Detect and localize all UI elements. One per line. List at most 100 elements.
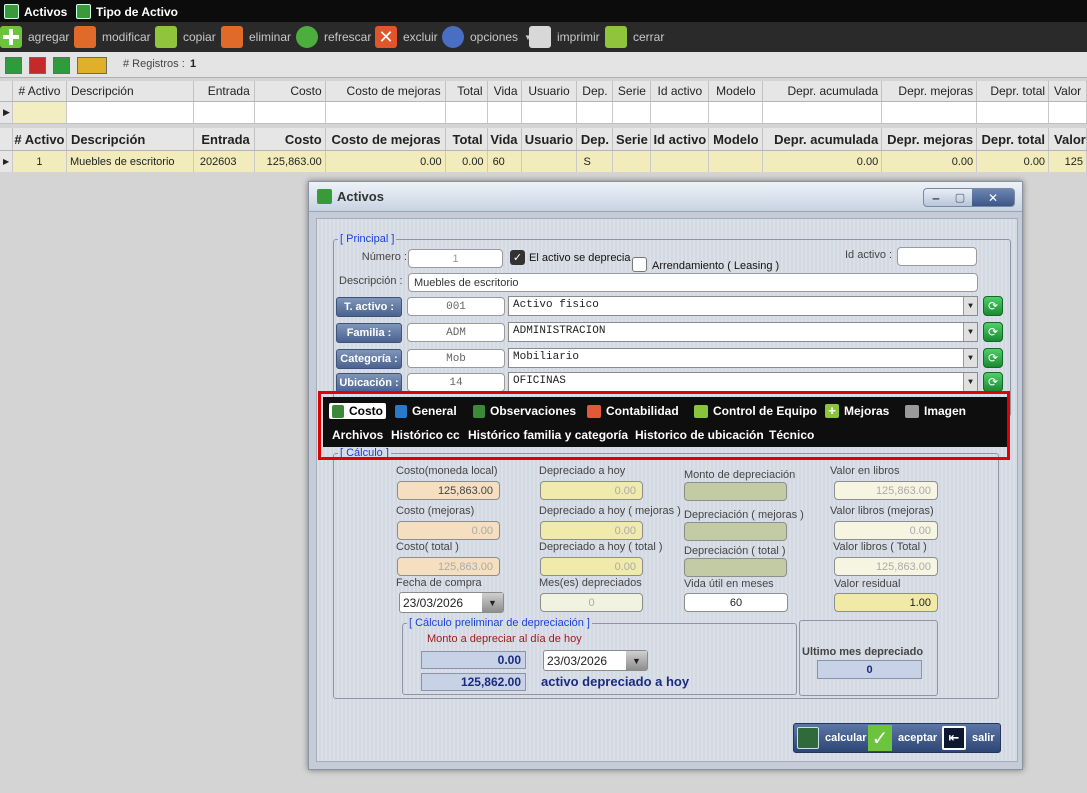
dialog-titlebar[interactable]: Activos ‒ ▢ ✕	[309, 182, 1022, 212]
categoria-code[interactable]: Mob	[407, 349, 505, 368]
costo-local-field[interactable]: 125,863.00	[397, 481, 500, 500]
col-entrada[interactable]: Entrada	[194, 81, 255, 101]
col-depr-acumulada[interactable]: Depr. acumulada	[763, 128, 883, 150]
filter-cell[interactable]	[13, 102, 67, 123]
filter-cell[interactable]	[709, 102, 764, 123]
valor-residual-field[interactable]: 1.00	[834, 593, 938, 612]
eliminar-button[interactable]: eliminar	[221, 25, 291, 49]
col-id-activo[interactable]: Id activo	[651, 128, 710, 150]
fecha-compra-picker[interactable]: 23/03/2026 ▼	[399, 592, 504, 613]
familia-select[interactable]: ADMINISTRACION ▼	[508, 322, 978, 342]
meses-dep-label: Mes(es) depreciados	[539, 577, 642, 589]
menu-activos[interactable]: Activos	[4, 4, 67, 19]
preliminar-fecha-picker[interactable]: 23/03/2026 ▼	[543, 650, 648, 671]
col-id-activo[interactable]: Id activo	[651, 81, 710, 101]
refresh-icon[interactable]: ⟳	[983, 348, 1003, 368]
filter-cell[interactable]	[326, 102, 446, 123]
categoria-button[interactable]: Categoría :	[336, 349, 402, 369]
col-dep[interactable]: Dep.	[577, 128, 614, 150]
col-descripcion[interactable]: Descripción	[67, 81, 194, 101]
col-modelo[interactable]: Modelo	[709, 81, 764, 101]
col-serie[interactable]: Serie	[613, 128, 652, 150]
filter-icon[interactable]	[5, 57, 22, 74]
magnet-icon[interactable]	[29, 57, 46, 74]
col-vida[interactable]: Vida	[488, 81, 522, 101]
col-costo-mejoras[interactable]: Costo de mejoras	[326, 81, 446, 101]
col-activo[interactable]: # Activo	[13, 128, 67, 150]
salir-button[interactable]: ⇤ salir	[942, 726, 995, 750]
table-row[interactable]: ▶ 1 Muebles de escritorio 202603 125,863…	[0, 151, 1087, 172]
filter-cell[interactable]	[67, 102, 194, 123]
leasing-checkbox[interactable]	[632, 257, 647, 272]
col-usuario[interactable]: Usuario	[522, 81, 578, 101]
filter-cell[interactable]	[194, 102, 255, 123]
grid-navbar: # Registros : 1	[0, 52, 1087, 78]
id-activo-field[interactable]	[897, 247, 977, 266]
col-valor[interactable]: Valor	[1049, 128, 1087, 150]
calcular-button[interactable]: calcular	[797, 727, 867, 749]
filter-cell[interactable]	[651, 102, 710, 123]
col-costo[interactable]: Costo	[255, 128, 326, 150]
col-total[interactable]: Total	[446, 128, 488, 150]
col-depr-acumulada[interactable]: Depr. acumulada	[763, 81, 883, 101]
col-costo-mejoras[interactable]: Costo de mejoras	[326, 128, 446, 150]
col-serie[interactable]: Serie	[613, 81, 652, 101]
col-costo[interactable]: Costo	[255, 81, 326, 101]
col-vida[interactable]: Vida	[488, 128, 522, 150]
ubicacion-code[interactable]: 14	[407, 373, 505, 392]
col-descripcion[interactable]: Descripción	[67, 128, 194, 150]
col-dep[interactable]: Dep.	[577, 81, 614, 101]
descripcion-field[interactable]: Muebles de escritorio	[408, 273, 978, 292]
familia-code[interactable]: ADM	[407, 323, 505, 342]
refrescar-button[interactable]: refrescar	[296, 25, 371, 49]
col-depr-mejoras[interactable]: Depr. mejoras	[882, 128, 978, 150]
col-activo[interactable]: # Activo	[13, 81, 67, 101]
filter-cell[interactable]	[522, 102, 578, 123]
opciones-button[interactable]: opciones ▼	[442, 25, 532, 49]
col-valor[interactable]: Valor	[1049, 81, 1087, 101]
refresh-icon[interactable]: ⟳	[983, 296, 1003, 316]
ubicacion-select[interactable]: OFICINAS ▼	[508, 372, 978, 392]
export-icon[interactable]	[53, 57, 70, 74]
t-activo-code[interactable]: 001	[407, 297, 505, 316]
se-deprecia-checkbox[interactable]: ✓	[510, 250, 525, 265]
settings-dropdown-icon[interactable]	[77, 57, 107, 74]
maximize-icon[interactable]: ▢	[948, 189, 972, 206]
filter-cell[interactable]	[977, 102, 1050, 123]
aceptar-button[interactable]: ✓ aceptar	[868, 725, 937, 751]
vida-util-field[interactable]: 60	[684, 593, 788, 612]
excluir-button[interactable]: ✕ excluir	[375, 25, 438, 49]
col-modelo[interactable]: Modelo	[709, 128, 764, 150]
depreciado-hoy-total-label: Depreciado a hoy ( total )	[539, 541, 663, 553]
col-total[interactable]: Total	[446, 81, 488, 101]
modificar-button[interactable]: modificar	[74, 25, 151, 49]
filter-cell[interactable]	[577, 102, 614, 123]
filter-cell[interactable]	[255, 102, 326, 123]
col-depr-mejoras[interactable]: Depr. mejoras	[882, 81, 978, 101]
col-usuario[interactable]: Usuario	[522, 128, 578, 150]
filter-cell[interactable]	[882, 102, 978, 123]
t-activo-button[interactable]: T. activo :	[336, 297, 402, 317]
familia-button[interactable]: Familia :	[336, 323, 402, 343]
minimize-icon[interactable]: ‒	[924, 189, 948, 206]
ubicacion-button[interactable]: Ubicación :	[336, 373, 402, 393]
filter-cell[interactable]	[613, 102, 652, 123]
numero-field[interactable]: 1	[408, 249, 503, 268]
menu-tipo-activo[interactable]: Tipo de Activo	[76, 4, 178, 19]
close-icon[interactable]: ✕	[972, 189, 1014, 206]
copiar-button[interactable]: copiar	[155, 25, 216, 49]
imprimir-button[interactable]: imprimir	[529, 25, 600, 49]
filter-cell[interactable]	[763, 102, 883, 123]
col-depr-total[interactable]: Depr. total	[977, 81, 1050, 101]
t-activo-select[interactable]: Activo fisico ▼	[508, 296, 978, 316]
col-depr-total[interactable]: Depr. total	[977, 128, 1050, 150]
col-entrada[interactable]: Entrada	[194, 128, 255, 150]
agregar-button[interactable]: agregar	[0, 25, 69, 49]
cerrar-button[interactable]: cerrar	[605, 25, 664, 49]
refresh-icon[interactable]: ⟳	[983, 372, 1003, 392]
categoria-select[interactable]: Mobiliario ▼	[508, 348, 978, 368]
filter-cell[interactable]	[1049, 102, 1087, 123]
filter-cell[interactable]	[446, 102, 488, 123]
filter-cell[interactable]	[488, 102, 522, 123]
refresh-icon[interactable]: ⟳	[983, 322, 1003, 342]
